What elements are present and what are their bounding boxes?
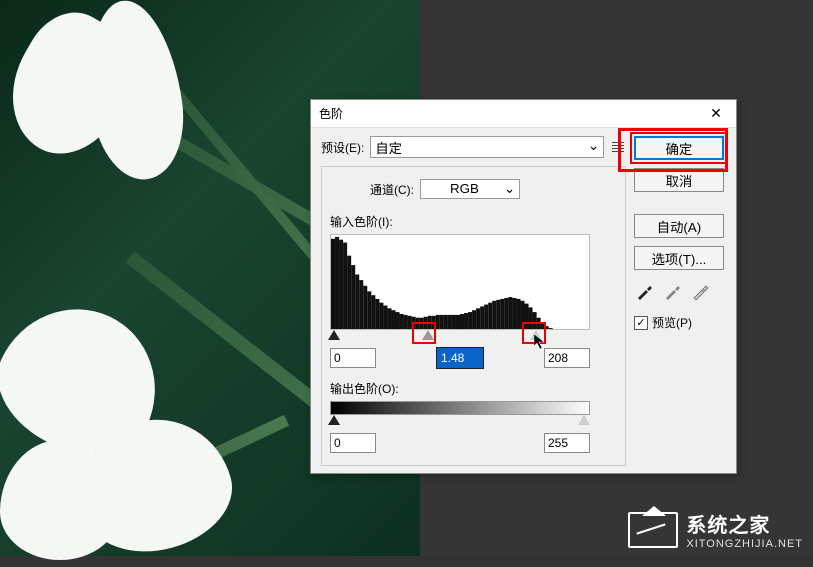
- options-button[interactable]: 选项(T)...: [634, 246, 724, 270]
- input-black-slider[interactable]: [328, 330, 340, 340]
- auto-button[interactable]: 自动(A): [634, 214, 724, 238]
- histogram[interactable]: [330, 234, 590, 330]
- black-eyedropper-icon[interactable]: [636, 282, 654, 300]
- channel-row: 通道(C): RGB ⌄: [330, 173, 617, 205]
- preview-row[interactable]: ✓ 预览(P): [634, 314, 726, 331]
- input-levels-label: 输入色阶(I):: [330, 213, 617, 230]
- output-slider-track[interactable]: [330, 415, 590, 429]
- watermark: 系统之家 XITONGZHIJIA.NET: [628, 509, 803, 550]
- histogram-svg: [331, 235, 589, 329]
- levels-dialog: 色阶 ✕ 预设(E): 自定 ⌄ 通道(C): RGB: [310, 99, 737, 474]
- preview-checkbox[interactable]: ✓: [634, 316, 648, 330]
- output-white-slider[interactable]: [578, 415, 590, 425]
- output-black-slider[interactable]: [328, 415, 340, 425]
- check-icon: ✓: [636, 316, 645, 329]
- dialog-body: 预设(E): 自定 ⌄ 通道(C): RGB ⌄ 输入色阶(I):: [311, 128, 736, 474]
- white-eyedropper-icon[interactable]: [692, 282, 710, 300]
- output-gradient: [330, 401, 590, 415]
- gray-eyedropper-icon[interactable]: [664, 282, 682, 300]
- channel-value: RGB: [450, 181, 479, 196]
- eyedropper-row: [636, 282, 726, 300]
- input-white-field[interactable]: [544, 348, 590, 368]
- preset-label: 预设(E):: [321, 139, 364, 156]
- preset-menu-icon[interactable]: [610, 139, 626, 155]
- preset-value: 自定: [375, 141, 402, 156]
- preview-label: 预览(P): [652, 314, 692, 331]
- watermark-text-en: XITONGZHIJIA.NET: [686, 538, 803, 550]
- output-black-field[interactable]: [330, 433, 376, 453]
- channel-group: 通道(C): RGB ⌄ 输入色阶(I):: [321, 166, 626, 466]
- input-black-field[interactable]: [330, 348, 376, 368]
- cursor-icon: [534, 334, 546, 350]
- output-white-field[interactable]: [544, 433, 590, 453]
- close-button[interactable]: ✕: [696, 100, 736, 128]
- dialog-title: 色阶: [319, 105, 343, 122]
- output-values-row: [330, 433, 590, 453]
- ok-button[interactable]: 确定: [634, 136, 724, 160]
- preset-row: 预设(E): 自定 ⌄: [321, 136, 626, 158]
- watermark-text-cn: 系统之家: [686, 509, 803, 538]
- channel-select[interactable]: RGB ⌄: [420, 179, 520, 199]
- watermark-logo-icon: [628, 512, 678, 548]
- output-levels-label: 输出色阶(O):: [330, 380, 617, 397]
- input-slider-track[interactable]: [330, 330, 590, 344]
- channel-label: 通道(C):: [370, 181, 414, 198]
- dialog-right-column: 确定 取消 自动(A) 选项(T)... ✓ 预览(P): [626, 136, 726, 466]
- input-values-row: [330, 348, 590, 368]
- dialog-titlebar[interactable]: 色阶 ✕: [311, 100, 736, 128]
- dialog-left-column: 预设(E): 自定 ⌄ 通道(C): RGB ⌄ 输入色阶(I):: [321, 136, 626, 466]
- preset-select[interactable]: 自定 ⌄: [370, 136, 604, 158]
- input-gamma-field[interactable]: [437, 348, 483, 368]
- close-icon: ✕: [710, 105, 722, 122]
- cancel-button[interactable]: 取消: [634, 168, 724, 192]
- input-gamma-slider[interactable]: [422, 330, 434, 340]
